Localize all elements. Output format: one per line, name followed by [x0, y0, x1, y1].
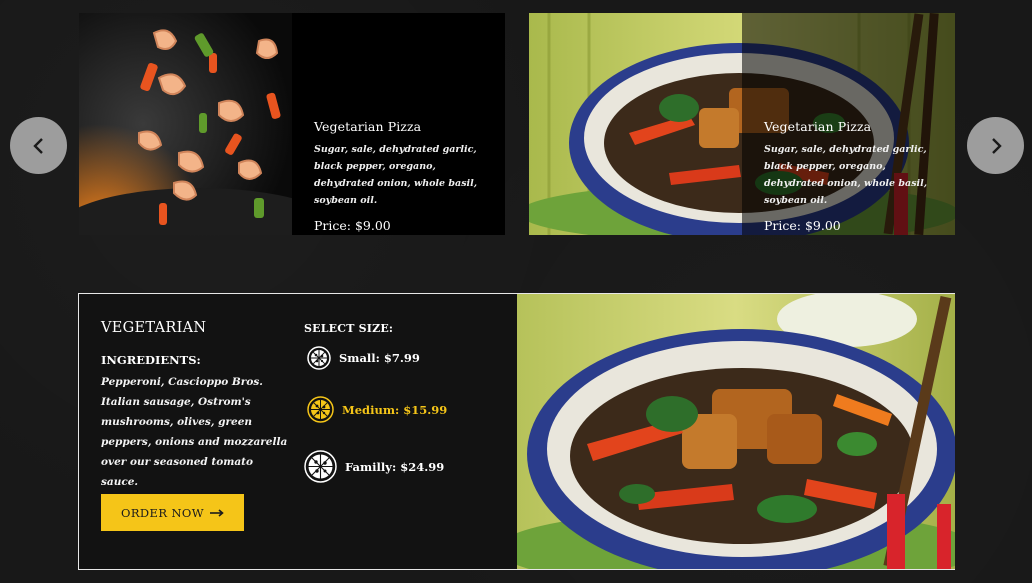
chevron-right-icon: [991, 137, 1002, 154]
size-option-medium[interactable]: Medium: $15.99: [307, 396, 447, 423]
pizza-large-icon: [304, 450, 337, 483]
shrimp-wok-photo: [79, 13, 292, 235]
carousel-next-button[interactable]: [967, 117, 1024, 174]
card-description: Sugar, sale, dehydrated garlic, black pe…: [314, 144, 478, 206]
card-price: Price: $9.00: [314, 218, 391, 233]
ingredients-text: Pepperoni, Cascioppo Bros. Italian sausa…: [101, 376, 288, 488]
tofu-vegetable-bowl-photo: [517, 294, 955, 569]
size-option-family[interactable]: Familly: $24.99: [304, 450, 444, 483]
size-option-medium-label: Medium: $15.99: [342, 402, 448, 417]
arrow-right-icon: [209, 508, 224, 517]
card-title: Vegetarian Pizza: [764, 119, 872, 134]
carousel-card[interactable]: Vegetarian Pizza Sugar, sale, dehydrated…: [529, 13, 955, 235]
card-description: Sugar, sale, dehydrated garlic, black pe…: [764, 144, 928, 206]
select-size-label: SELECT SIZE:: [304, 322, 394, 335]
pizza-small-icon: [307, 346, 331, 370]
card-title: Vegetarian Pizza: [314, 119, 422, 134]
card-price: Price: $9.00: [764, 218, 841, 233]
carousel-card[interactable]: Vegetarian Pizza Sugar, sale, dehydrated…: [79, 13, 505, 235]
menu-carousel: Vegetarian Pizza Sugar, sale, dehydrated…: [0, 0, 1032, 250]
card-info: Vegetarian Pizza Sugar, sale, dehydrated…: [292, 13, 505, 235]
chevron-left-icon: [32, 137, 43, 154]
order-now-label: ORDER NOW: [121, 505, 204, 520]
card-info: Vegetarian Pizza Sugar, sale, dehydrated…: [742, 13, 955, 235]
order-now-button[interactable]: ORDER NOW: [101, 494, 244, 531]
carousel-prev-button[interactable]: [10, 117, 67, 174]
item-name: VEGETARIAN: [101, 320, 207, 336]
detail-photo-frame: [517, 294, 955, 569]
ingredients-label: INGREDIENTS:: [101, 353, 201, 367]
menu-item-detail: VEGETARIAN INGREDIENTS: Pepperoni, Casci…: [78, 293, 955, 570]
size-option-family-label: Familly: $24.99: [345, 459, 445, 474]
size-option-small-label: Small: $7.99: [339, 351, 420, 365]
size-option-small[interactable]: Small: $7.99: [307, 346, 420, 370]
pizza-medium-icon: [307, 396, 334, 423]
